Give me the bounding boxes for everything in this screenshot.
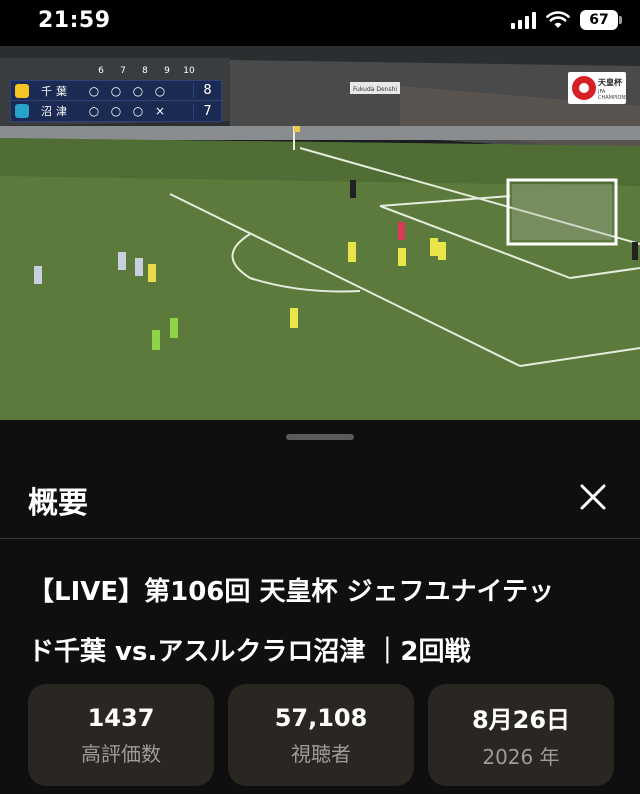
emperors-cup-logo: 天皇杯 JFA CHAMPIONSHIP: [568, 72, 637, 104]
description-sheet: 概要 【LIVE】第106回 天皇杯 ジェフユナイテッ ド千葉 vs.アスルクラ…: [0, 420, 640, 794]
pk-mark: ○: [88, 83, 100, 98]
team-name: 沼津: [41, 105, 71, 118]
video-title-line: ド千葉 vs.アスルクラロ沼津 ｜2回戦: [28, 637, 471, 667]
wifi-icon: [546, 11, 570, 28]
team-marks: ○ ○ ○ ×: [83, 104, 193, 118]
pk-mark: ○: [110, 83, 122, 98]
team-marks: ○ ○ ○ ○: [83, 84, 193, 98]
logo-subtitle: JFA CHAMPIONSHIP: [598, 89, 637, 101]
battery-icon: 67: [580, 10, 622, 30]
pk-mark: ×: [154, 104, 166, 118]
pk-mark: ○: [132, 83, 144, 98]
sheet-title: 概要: [28, 486, 88, 521]
logo-title: 天皇杯: [598, 78, 622, 87]
ball-icon: [572, 76, 596, 100]
likes-label: 高評価数: [81, 741, 161, 766]
inning-label: 8: [142, 66, 148, 76]
status-bar: 21:59 67: [0, 0, 640, 46]
scoreboard: 6 7 8 9 10 千葉 ○ ○ ○ ○ 8 沼津 ○ ○ ○ × 7: [10, 66, 223, 122]
status-time: 21:59: [38, 8, 111, 33]
viewers-label: 視聴者: [291, 741, 351, 766]
close-button[interactable]: [574, 478, 612, 516]
team-row-chiba: 千葉 ○ ○ ○ ○ 8: [11, 81, 223, 101]
date-value: 8月26日: [471, 706, 571, 734]
viewers-count: 57,108: [274, 703, 368, 732]
team-badge-icon: [15, 83, 29, 98]
logo-caption: CHAMPIONSHIP: [598, 95, 637, 101]
score-table: 千葉 ○ ○ ○ ○ 8 沼津 ○ ○ ○ × 7: [10, 80, 223, 122]
pk-mark: ○: [132, 104, 144, 118]
status-icons: 67: [511, 10, 622, 30]
inning-label: 7: [120, 66, 126, 76]
team-badge-icon: [15, 104, 29, 118]
inning-label: 9: [164, 66, 170, 76]
video-title-line: 【LIVE】第106回 天皇杯 ジェフユナイテッ: [28, 577, 554, 607]
stat-card-likes: 1437 高評価数: [28, 684, 214, 786]
innings-header: 6 7 8 9 10: [90, 66, 200, 80]
likes-count: 1437: [87, 703, 155, 732]
inning-label: 10: [183, 66, 195, 76]
team-total: 8: [193, 83, 221, 98]
drag-handle[interactable]: [286, 434, 354, 440]
stat-card-viewers: 57,108 視聴者: [228, 684, 414, 786]
pk-mark: [171, 84, 193, 98]
stadium-sign: Fukuda Denshi: [353, 86, 397, 93]
pk-mark: [171, 104, 193, 118]
year-label: 2026 年: [482, 745, 560, 769]
pk-mark: ○: [154, 83, 166, 98]
video-player[interactable]: Fukuda Denshi 6 7 8 9 10 千葉 ○ ○ ○ ○ 8 沼津…: [0, 46, 640, 420]
close-icon: [580, 484, 606, 510]
video-title: 【LIVE】第106回 天皇杯 ジェフユナイテッ ド千葉 vs.アスルクラロ沼津…: [28, 562, 618, 682]
stats-row: 1437 高評価数 57,108 視聴者 8月26日 2026 年: [28, 684, 614, 786]
stat-card-date: 8月26日 2026 年: [428, 684, 614, 786]
cellular-signal-icon: [511, 11, 536, 29]
team-name: 千葉: [41, 84, 71, 98]
divider: [0, 538, 640, 539]
team-total: 7: [193, 103, 221, 119]
pk-mark: ○: [88, 104, 100, 118]
inning-label: 6: [98, 66, 104, 76]
pk-mark: ○: [110, 104, 122, 118]
team-row-numazu: 沼津 ○ ○ ○ × 7: [11, 101, 223, 121]
